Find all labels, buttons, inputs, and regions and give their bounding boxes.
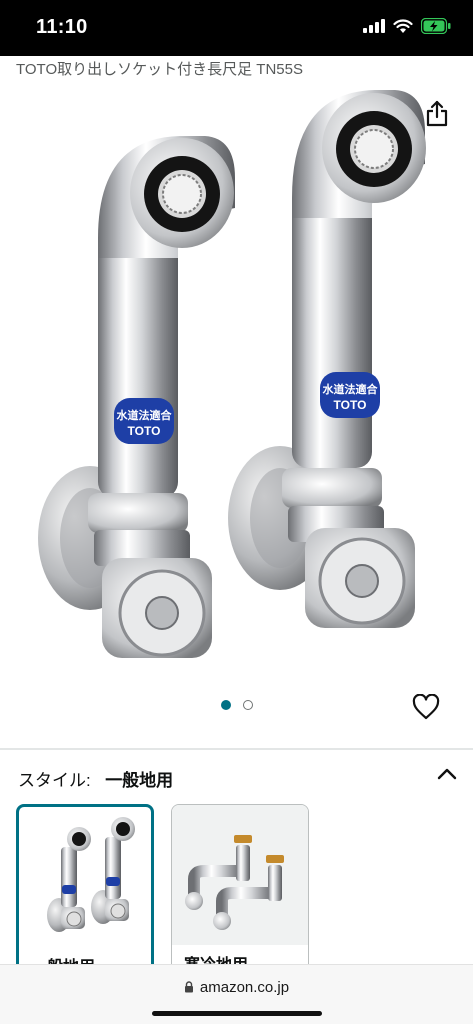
variant-thumbnail (47, 817, 135, 932)
variant-thumbnail (172, 805, 308, 945)
left-fitting: 水道法適合 TOTO (38, 136, 235, 658)
gallery-dot-2[interactable] (242, 700, 253, 710)
product-image[interactable]: 水道法適合 TOTO 水道法適合 TOTO (30, 88, 450, 658)
style-option-general[interactable]: 一般地用 (16, 804, 154, 984)
heart-icon[interactable] (412, 694, 440, 720)
gallery-dot-1[interactable] (220, 700, 231, 710)
status-bar: 11:10 (0, 0, 473, 56)
style-option-cold[interactable]: 寒冷地用 (171, 804, 309, 984)
svg-text:水道法適合: 水道法適合 (117, 408, 173, 422)
battery-charging-icon (421, 18, 451, 34)
style-selector-header[interactable]: スタイル: 一般地用 (18, 766, 458, 790)
svg-text:水道法適合: 水道法適合 (323, 382, 379, 396)
home-indicator[interactable] (152, 1011, 322, 1016)
svg-text:TOTO: TOTO (334, 398, 367, 412)
lock-icon (184, 981, 193, 993)
url-text: amazon.co.jp (199, 979, 290, 996)
style-selected-value: 一般地用 (105, 771, 174, 790)
style-options: 一般地用 寒冷地用 (16, 804, 473, 984)
signal-icon (363, 19, 385, 33)
svg-text:TOTO: TOTO (128, 424, 161, 438)
right-fitting: 水道法適合 TOTO (228, 90, 426, 628)
chevron-up-icon[interactable] (436, 766, 458, 782)
divider (0, 748, 473, 750)
gallery-pagination (0, 700, 473, 710)
wifi-icon (393, 18, 413, 33)
product-title[interactable]: TOTO取り出しソケット付き長尺足 TN55S (16, 58, 303, 79)
status-icons (363, 18, 451, 34)
browser-url-bar[interactable]: amazon.co.jp (0, 964, 473, 1024)
status-time: 11:10 (36, 16, 88, 38)
screen: 11:10 TOTO取り出しソケット付き長尺足 TN55S 水道法適合 TOTO… (0, 0, 473, 1024)
url-display[interactable]: amazon.co.jp (0, 979, 473, 996)
style-label: スタイル: (18, 771, 91, 790)
